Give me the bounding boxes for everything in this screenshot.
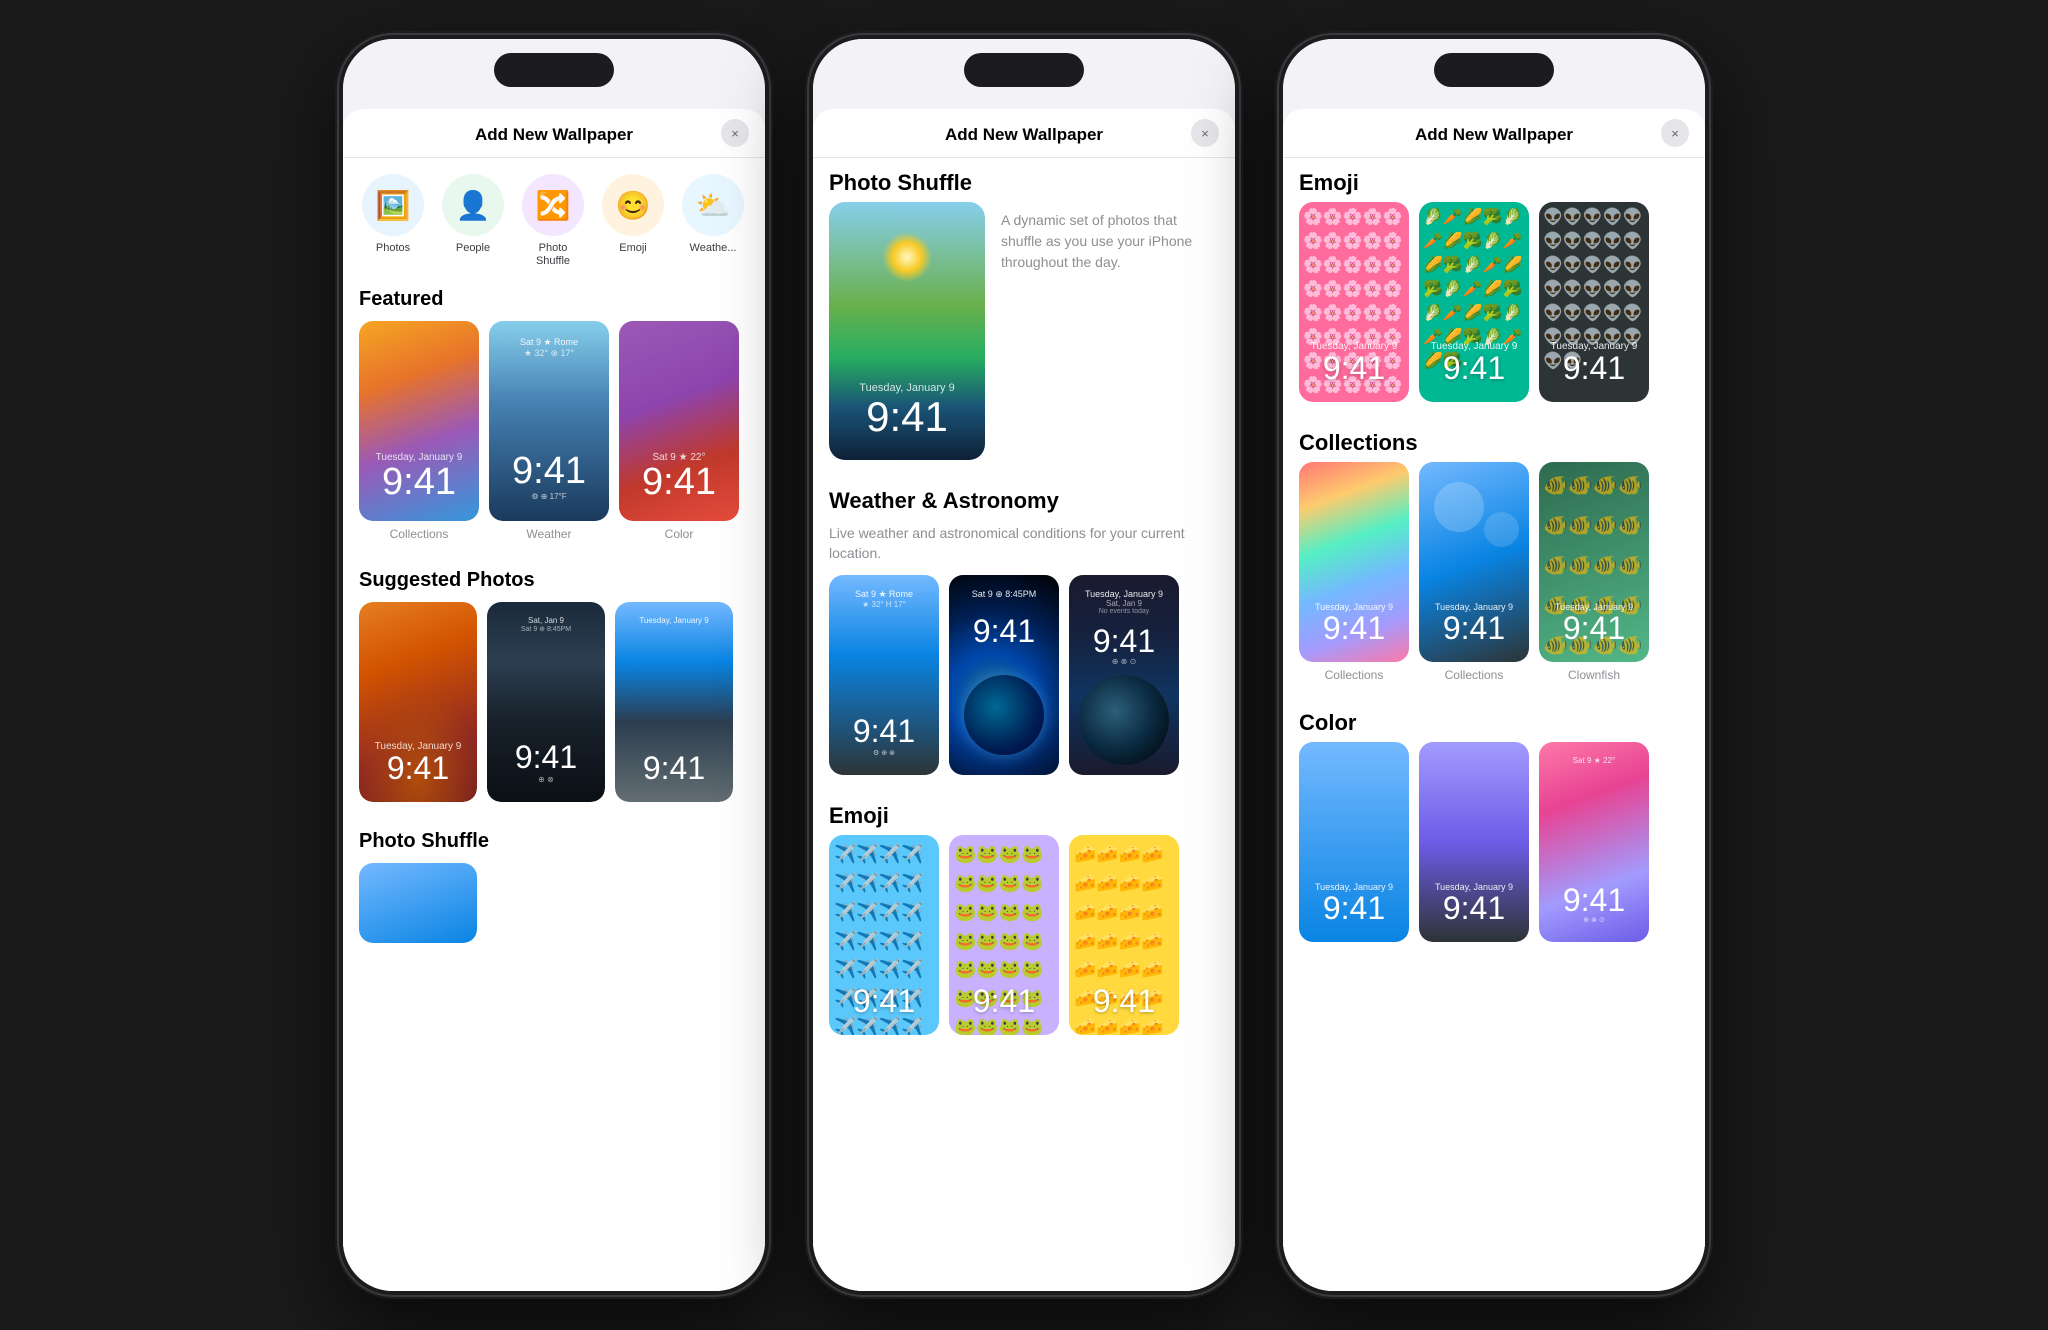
phone-1: Add New Wallpaper × 🖼️ Photos — [339, 35, 769, 1295]
emoji-row-p3: 🌸🌸🌸🌸🌸🌸🌸🌸🌸🌸🌸🌸🌸🌸🌸🌸🌸🌸🌸🌸🌸🌸🌸🌸🌸🌸🌸🌸🌸🌸🌸🌸🌸🌸🌸🌸🌸🌸🌸🌸… — [1283, 202, 1705, 418]
suggested-landscape-card[interactable]: Sat, Jan 9 Sat 9 ⊕ 8:45PM 9:41 ⊕ ⊗ — [487, 602, 605, 802]
phone-2: Add New Wallpaper × Photo Shuffle — [809, 35, 1239, 1295]
emoji-section-header: Emoji — [813, 791, 1235, 835]
featured-color-bg: Sat 9 ★ 22° 9:41 — [619, 321, 739, 521]
dynamic-island-2 — [964, 53, 1084, 87]
modal-header-1: Add New Wallpaper × — [343, 109, 765, 158]
emoji-section-title-p3: Emoji — [1283, 158, 1705, 202]
photo-shuffle-preview[interactable] — [359, 863, 477, 943]
photo-shuffle-icon-circle: 🔀 — [522, 174, 584, 236]
people-icon-circle: 👤 — [442, 174, 504, 236]
close-button-1[interactable]: × — [721, 119, 749, 147]
modal-sheet-1: Add New Wallpaper × 🖼️ Photos — [343, 109, 765, 1291]
modal-sheet-3: Add New Wallpaper × Emoji 🌸🌸🌸🌸🌸🌸🌸🌸🌸🌸🌸🌸🌸🌸… — [1283, 109, 1705, 1291]
rainbow-bg: Tuesday, January 9 9:41 — [1299, 462, 1409, 662]
category-icons-1: 🖼️ Photos 👤 People — [343, 158, 765, 276]
landscape-photo-card: Sat, Jan 9 Sat 9 ⊕ 8:45PM 9:41 ⊕ ⊗ — [487, 602, 605, 802]
featured-collections-bg: Tuesday, January 9 9:41 — [359, 321, 479, 521]
weather-card-1[interactable]: Sat 9 ★ Rome ★ 32° H 17° 9:41 ⚙ ⊕ ⊗ — [829, 575, 939, 775]
people-label: People — [456, 242, 490, 255]
time-overlay-3: Sat 9 ★ 22° 9:41 — [619, 452, 739, 501]
coast-photo-card: Tuesday, January 9 9:41 — [615, 602, 733, 802]
bubbles-label: Collections — [1445, 662, 1504, 682]
weather-card-2[interactable]: Sat 9 ⊕ 8:45PM 9:41 — [949, 575, 1059, 775]
modal-scroll-1[interactable]: 🖼️ Photos 👤 People — [343, 158, 765, 1291]
modal-scroll-2[interactable]: Photo Shuffle Tuesday, January 9 9:41 — [813, 158, 1235, 1291]
photo-shuffle-section-title: Photo Shuffle — [343, 818, 765, 863]
weather-astronomy-row: Sat 9 ★ Rome ★ 32° H 17° 9:41 ⚙ ⊕ ⊗ — [813, 575, 1235, 791]
suggested-photos-title: Suggested Photos — [343, 557, 765, 602]
photo-shuffle-large-card[interactable]: Tuesday, January 9 9:41 — [829, 202, 985, 460]
modal-sheet-2: Add New Wallpaper × Photo Shuffle — [813, 109, 1235, 1291]
emoji-plane-card[interactable]: ✈️✈️✈️✈️✈️✈️✈️✈️✈️✈️✈️✈️✈️✈️✈️✈️✈️✈️✈️✈️… — [829, 835, 939, 1035]
clownfish-bg: 🐠🐠🐠🐠🐠🐠🐠🐠🐠🐠🐠🐠🐠🐠🐠🐠🐠🐠🐠🐠 Tuesday, January 9 … — [1539, 462, 1649, 662]
collections-section-title-p3: Collections — [1283, 418, 1705, 462]
weather-astronomy-header: Weather & Astronomy — [813, 476, 1235, 520]
featured-collections-card[interactable]: Tuesday, January 9 9:41 Collections — [359, 321, 479, 541]
photo-shuffle-label: Photo Shuffle — [536, 242, 570, 268]
modal-header-2: Add New Wallpaper × — [813, 109, 1235, 158]
photos-icon-circle: 🖼️ — [362, 174, 424, 236]
emoji-icon-circle: 😊 — [602, 174, 664, 236]
photo-shuffle-content: Tuesday, January 9 9:41 A dynamic set of… — [813, 202, 1235, 476]
category-emoji[interactable]: 😊 Emoji — [593, 174, 673, 268]
featured-cards-row: Tuesday, January 9 9:41 Collections — [343, 321, 765, 557]
category-weather[interactable]: ⛅ Weathe... — [673, 174, 753, 268]
suggested-coast-card[interactable]: Tuesday, January 9 9:41 — [615, 602, 733, 802]
color-section-title-p3: Color — [1283, 698, 1705, 742]
color-blue-card[interactable]: Tuesday, January 9 9:41 — [1299, 742, 1409, 942]
photo-shuffle-desc: A dynamic set of photos that shuffle as … — [1001, 202, 1219, 273]
collections-clownfish-card[interactable]: 🐠🐠🐠🐠🐠🐠🐠🐠🐠🐠🐠🐠🐠🐠🐠🐠🐠🐠🐠🐠 Tuesday, January 9 … — [1539, 462, 1649, 682]
phones-container: Add New Wallpaper × 🖼️ Photos — [319, 15, 1729, 1315]
modal-title-3: Add New Wallpaper — [1415, 125, 1573, 145]
phone-3: Add New Wallpaper × Emoji 🌸🌸🌸🌸🌸🌸🌸🌸🌸🌸🌸🌸🌸🌸… — [1279, 35, 1709, 1295]
weather-label: Weathe... — [690, 242, 737, 255]
photo-shuffle-header: Photo Shuffle — [813, 158, 1235, 202]
emoji-flowers-card[interactable]: 🌸🌸🌸🌸🌸🌸🌸🌸🌸🌸🌸🌸🌸🌸🌸🌸🌸🌸🌸🌸🌸🌸🌸🌸🌸🌸🌸🌸🌸🌸🌸🌸🌸🌸🌸🌸🌸🌸🌸🌸… — [1299, 202, 1409, 402]
clownfish-label: Clownfish — [1568, 662, 1620, 682]
weather-card-label: Weather — [526, 521, 571, 541]
emoji-veggies-card[interactable]: 🥬🥕🌽🥦🥬🥕🌽🥦🥬🥕🌽🥦🥬🥕🌽🥦🥬🥕🌽🥦🥬🥕🌽🥦🥬🥕🌽🥦🥬🥕🌽🥦 Tuesday… — [1419, 202, 1529, 402]
time-overlay-2: 9:41 ⚙ ⊕ 17°F — [489, 452, 609, 501]
category-people[interactable]: 👤 People — [433, 174, 513, 268]
modal-title-1: Add New Wallpaper — [475, 125, 633, 145]
weather-icon-circle: ⛅ — [682, 174, 744, 236]
color-pink-card[interactable]: Sat 9 ★ 22° 9:41 ⊕ ⊗ ⊙ — [1539, 742, 1649, 942]
suggested-dog-card[interactable]: Tuesday, January 9 9:41 — [359, 602, 477, 802]
color-card-label: Color — [665, 521, 694, 541]
featured-color-card[interactable]: Sat 9 ★ 22° 9:41 Color — [619, 321, 739, 541]
emoji-label: Emoji — [619, 242, 647, 255]
emoji-cheese-card[interactable]: 🧀🧀🧀🧀🧀🧀🧀🧀🧀🧀🧀🧀🧀🧀🧀🧀🧀🧀🧀🧀🧀🧀🧀🧀🧀🧀🧀🧀🧀🧀 9:41 — [1069, 835, 1179, 1035]
dynamic-island-1 — [494, 53, 614, 87]
featured-section-title: Featured — [343, 276, 765, 321]
suggested-photos-row: Tuesday, January 9 9:41 — [343, 602, 765, 818]
emoji-frog-card[interactable]: 🐸🐸🐸🐸🐸🐸🐸🐸🐸🐸🐸🐸🐸🐸🐸🐸🐸🐸🐸🐸🐸🐸🐸🐸🐸🐸🐸🐸🐸🐸 9:41 — [949, 835, 1059, 1035]
color-row-p3: Tuesday, January 9 9:41 Tuesday, January… — [1283, 742, 1705, 958]
modal-scroll-3[interactable]: Emoji 🌸🌸🌸🌸🌸🌸🌸🌸🌸🌸🌸🌸🌸🌸🌸🌸🌸🌸🌸🌸🌸🌸🌸🌸🌸🌸🌸🌸🌸🌸🌸🌸🌸🌸… — [1283, 158, 1705, 1291]
dynamic-island-3 — [1434, 53, 1554, 87]
photo-shuffle-row — [343, 863, 765, 959]
rainbow-label: Collections — [1325, 662, 1384, 682]
close-button-2[interactable]: × — [1191, 119, 1219, 147]
weather-astronomy-desc: Live weather and astronomical conditions… — [813, 520, 1235, 575]
category-photos[interactable]: 🖼️ Photos — [353, 174, 433, 268]
modal-title-2: Add New Wallpaper — [945, 125, 1103, 145]
color-purple-card[interactable]: Tuesday, January 9 9:41 — [1419, 742, 1529, 942]
emoji-section-row: ✈️✈️✈️✈️✈️✈️✈️✈️✈️✈️✈️✈️✈️✈️✈️✈️✈️✈️✈️✈️… — [813, 835, 1235, 1051]
featured-weather-card[interactable]: Sat 9 ★ Rome ★ 32° ⊕ 17° 9:41 ⚙ ⊕ 17°F W… — [489, 321, 609, 541]
featured-weather-bg: Sat 9 ★ Rome ★ 32° ⊕ 17° 9:41 ⚙ ⊕ 17°F — [489, 321, 609, 521]
close-button-3[interactable]: × — [1661, 119, 1689, 147]
bubbles-bg: Tuesday, January 9 9:41 — [1419, 462, 1529, 662]
collections-rainbow-card[interactable]: Tuesday, January 9 9:41 Collections — [1299, 462, 1409, 682]
photos-label: Photos — [376, 242, 410, 255]
time-overlay-1: Tuesday, January 9 9:41 — [359, 452, 479, 501]
weather-card-3[interactable]: Tuesday, January 9 Sat, Jan 9 No events … — [1069, 575, 1179, 775]
collections-bubbles-card[interactable]: Tuesday, January 9 9:41 Collections — [1419, 462, 1529, 682]
category-photo-shuffle[interactable]: 🔀 Photo Shuffle — [513, 174, 593, 268]
emoji-aliens-card[interactable]: 👽👽👽👽👽👽👽👽👽👽👽👽👽👽👽👽👽👽👽👽👽👽👽👽👽👽👽👽👽👽👽👽 Tuesday… — [1539, 202, 1649, 402]
collections-label: Collections — [390, 521, 449, 541]
collections-row-p3: Tuesday, January 9 9:41 Collections — [1283, 462, 1705, 698]
modal-header-3: Add New Wallpaper × — [1283, 109, 1705, 158]
dog-photo-card: Tuesday, January 9 9:41 — [359, 602, 477, 802]
